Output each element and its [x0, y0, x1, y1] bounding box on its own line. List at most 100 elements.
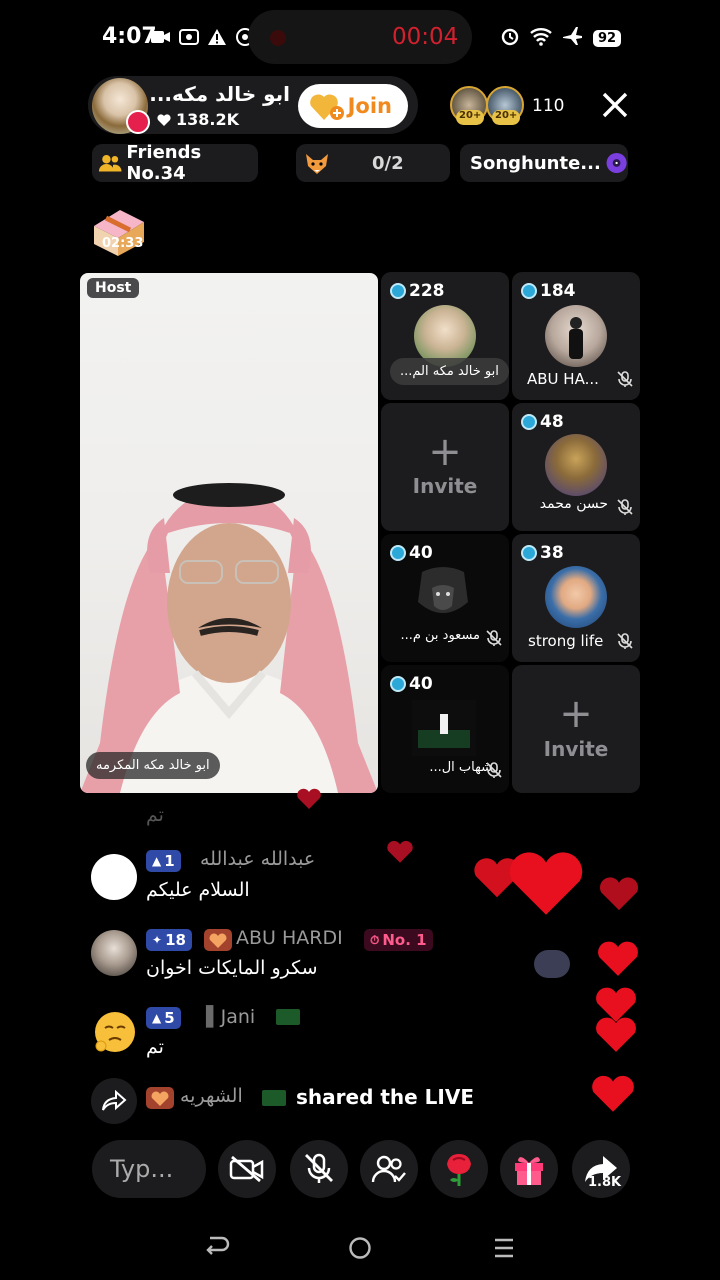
flag-icon: [262, 1090, 286, 1106]
status-icons-right: 92: [500, 26, 622, 50]
seat-1-count: 228: [390, 281, 445, 301]
task-progress: 0/2: [372, 152, 404, 174]
alarm-icon: [500, 26, 520, 50]
seat-1-name: ابو خالد مكه الم...: [390, 358, 509, 385]
mic-off-icon: [617, 499, 633, 515]
song-chip[interactable]: Songhunte...: [460, 144, 628, 182]
flag-icon: [276, 1009, 300, 1025]
seat-6-count-value: 40: [409, 674, 433, 694]
host-video-image: [80, 483, 378, 793]
floating-heart: [596, 1017, 636, 1052]
chat-avatar-2[interactable]: [91, 930, 137, 976]
heart-badge-icon: [146, 1087, 174, 1109]
users-icon: [371, 1155, 406, 1183]
seat-2-count-value: 184: [540, 281, 576, 301]
pk-flag-icon: ▌: [206, 1006, 221, 1028]
status-bar: 4:07 00:04 92: [0, 0, 720, 74]
floating-heart: [387, 840, 413, 863]
clock: 4:07: [102, 24, 157, 49]
seat-2-figure: [569, 317, 583, 359]
camera-off-button[interactable]: [218, 1140, 276, 1198]
diamond-icon: [390, 676, 406, 692]
chat-avatar-3-emoji[interactable]: [93, 1010, 137, 1054]
chat-name-3: ▌Jani: [206, 1006, 255, 1028]
seat-3-count-value: 48: [540, 412, 564, 432]
seat-6-count: 40: [390, 674, 433, 694]
diamond-icon: [390, 283, 406, 299]
chat-avatar-1[interactable]: [91, 854, 137, 900]
chat-message-3: تم: [146, 1036, 164, 1058]
seat-2-count: 184: [521, 281, 576, 301]
music-disc-icon: [606, 152, 627, 174]
task-progress-chip[interactable]: 0/2: [296, 144, 450, 182]
host-video[interactable]: [80, 273, 378, 793]
seat-5-name: strong life: [528, 632, 604, 650]
gift-icon: [515, 1157, 543, 1185]
level-value-3: 5: [164, 1009, 175, 1027]
seat-2-name: ABU HA...: [527, 370, 599, 388]
friends-chip[interactable]: Friends No.34: [92, 142, 258, 184]
level-badge-1: ▲ 1: [146, 850, 181, 872]
seat-6-name: شهاب ال...: [429, 760, 492, 775]
home-nav-icon[interactable]: [348, 1236, 372, 1260]
chat-message-2: سكرو المايكات اخوان: [146, 957, 318, 979]
recents-nav-icon[interactable]: [492, 1236, 516, 1260]
share-text: shared the LIVE: [296, 1085, 474, 1109]
seat-4-name: مسعود بن م...: [400, 628, 480, 643]
live-badge: [126, 110, 150, 134]
viewer-badge-1: 20+: [456, 110, 485, 125]
level-value-2: 18: [165, 931, 186, 949]
seat-2-avatar: [545, 305, 607, 367]
viewer-badge-2: 20+: [492, 110, 521, 125]
recording-timer: 00:04: [392, 24, 459, 50]
airplane-icon: [562, 26, 584, 50]
host-likes: 138.2K: [156, 110, 239, 129]
seat-5-avatar: [545, 566, 607, 628]
join-heart-icon: [310, 94, 344, 120]
seat-5-count: 38: [521, 543, 564, 563]
warning-icon: [206, 26, 228, 48]
host-name: ابو خالد مكه...: [149, 82, 290, 106]
floating-heart: [592, 1075, 634, 1112]
host-caption: ابو خالد مكه المكرمه: [86, 752, 220, 779]
floating-heart: [509, 852, 583, 915]
seat-4-count: 40: [390, 543, 433, 563]
chat-message-1: السلام عليكم: [146, 879, 250, 901]
seat-5-count-value: 38: [540, 543, 564, 563]
battery-indicator: 92: [593, 29, 622, 47]
friends-label: Friends No.34: [126, 142, 202, 184]
mic-off-button[interactable]: [290, 1140, 348, 1198]
camera-off-icon: [229, 1155, 264, 1183]
viewer-count[interactable]: 110: [532, 96, 564, 116]
gift-button[interactable]: [500, 1140, 558, 1198]
record-dot: [270, 30, 286, 46]
rank-badge: ⏱ No. 1: [364, 929, 433, 951]
seat-3-count: 48: [521, 412, 564, 432]
close-icon[interactable]: [600, 90, 630, 120]
level-value-1: 1: [164, 852, 175, 870]
wifi-icon: [529, 26, 553, 50]
share-icon: [102, 1090, 127, 1111]
seat-6-with-gaza-image: [412, 700, 476, 756]
chat-name-3-text: Jani: [220, 1006, 256, 1028]
rank-value: No. 1: [382, 931, 427, 949]
mic-off-icon: [305, 1153, 333, 1183]
diamond-icon: [521, 414, 537, 430]
diamond-icon: [390, 545, 406, 561]
floating-heart: [599, 877, 639, 911]
comment-input[interactable]: Typ...: [92, 1140, 206, 1198]
rose-gift-button[interactable]: [430, 1140, 488, 1198]
seat-3-avatar: [545, 434, 607, 496]
level-badge-2: ✦ 18: [146, 929, 192, 951]
chest-timer: 02:33: [102, 236, 144, 251]
friends-icon: [98, 155, 122, 172]
level-badge-3: ▲ 5: [146, 1007, 181, 1029]
back-nav-icon[interactable]: [204, 1234, 230, 1260]
invite-plus-icon: +: [428, 429, 462, 475]
floating-heart: [297, 788, 321, 809]
guests-button[interactable]: [360, 1140, 418, 1198]
diamond-icon: [521, 283, 537, 299]
rose-icon: [447, 1154, 471, 1186]
seat-4-count-value: 40: [409, 543, 433, 563]
likes-count: 138.2K: [176, 110, 240, 129]
